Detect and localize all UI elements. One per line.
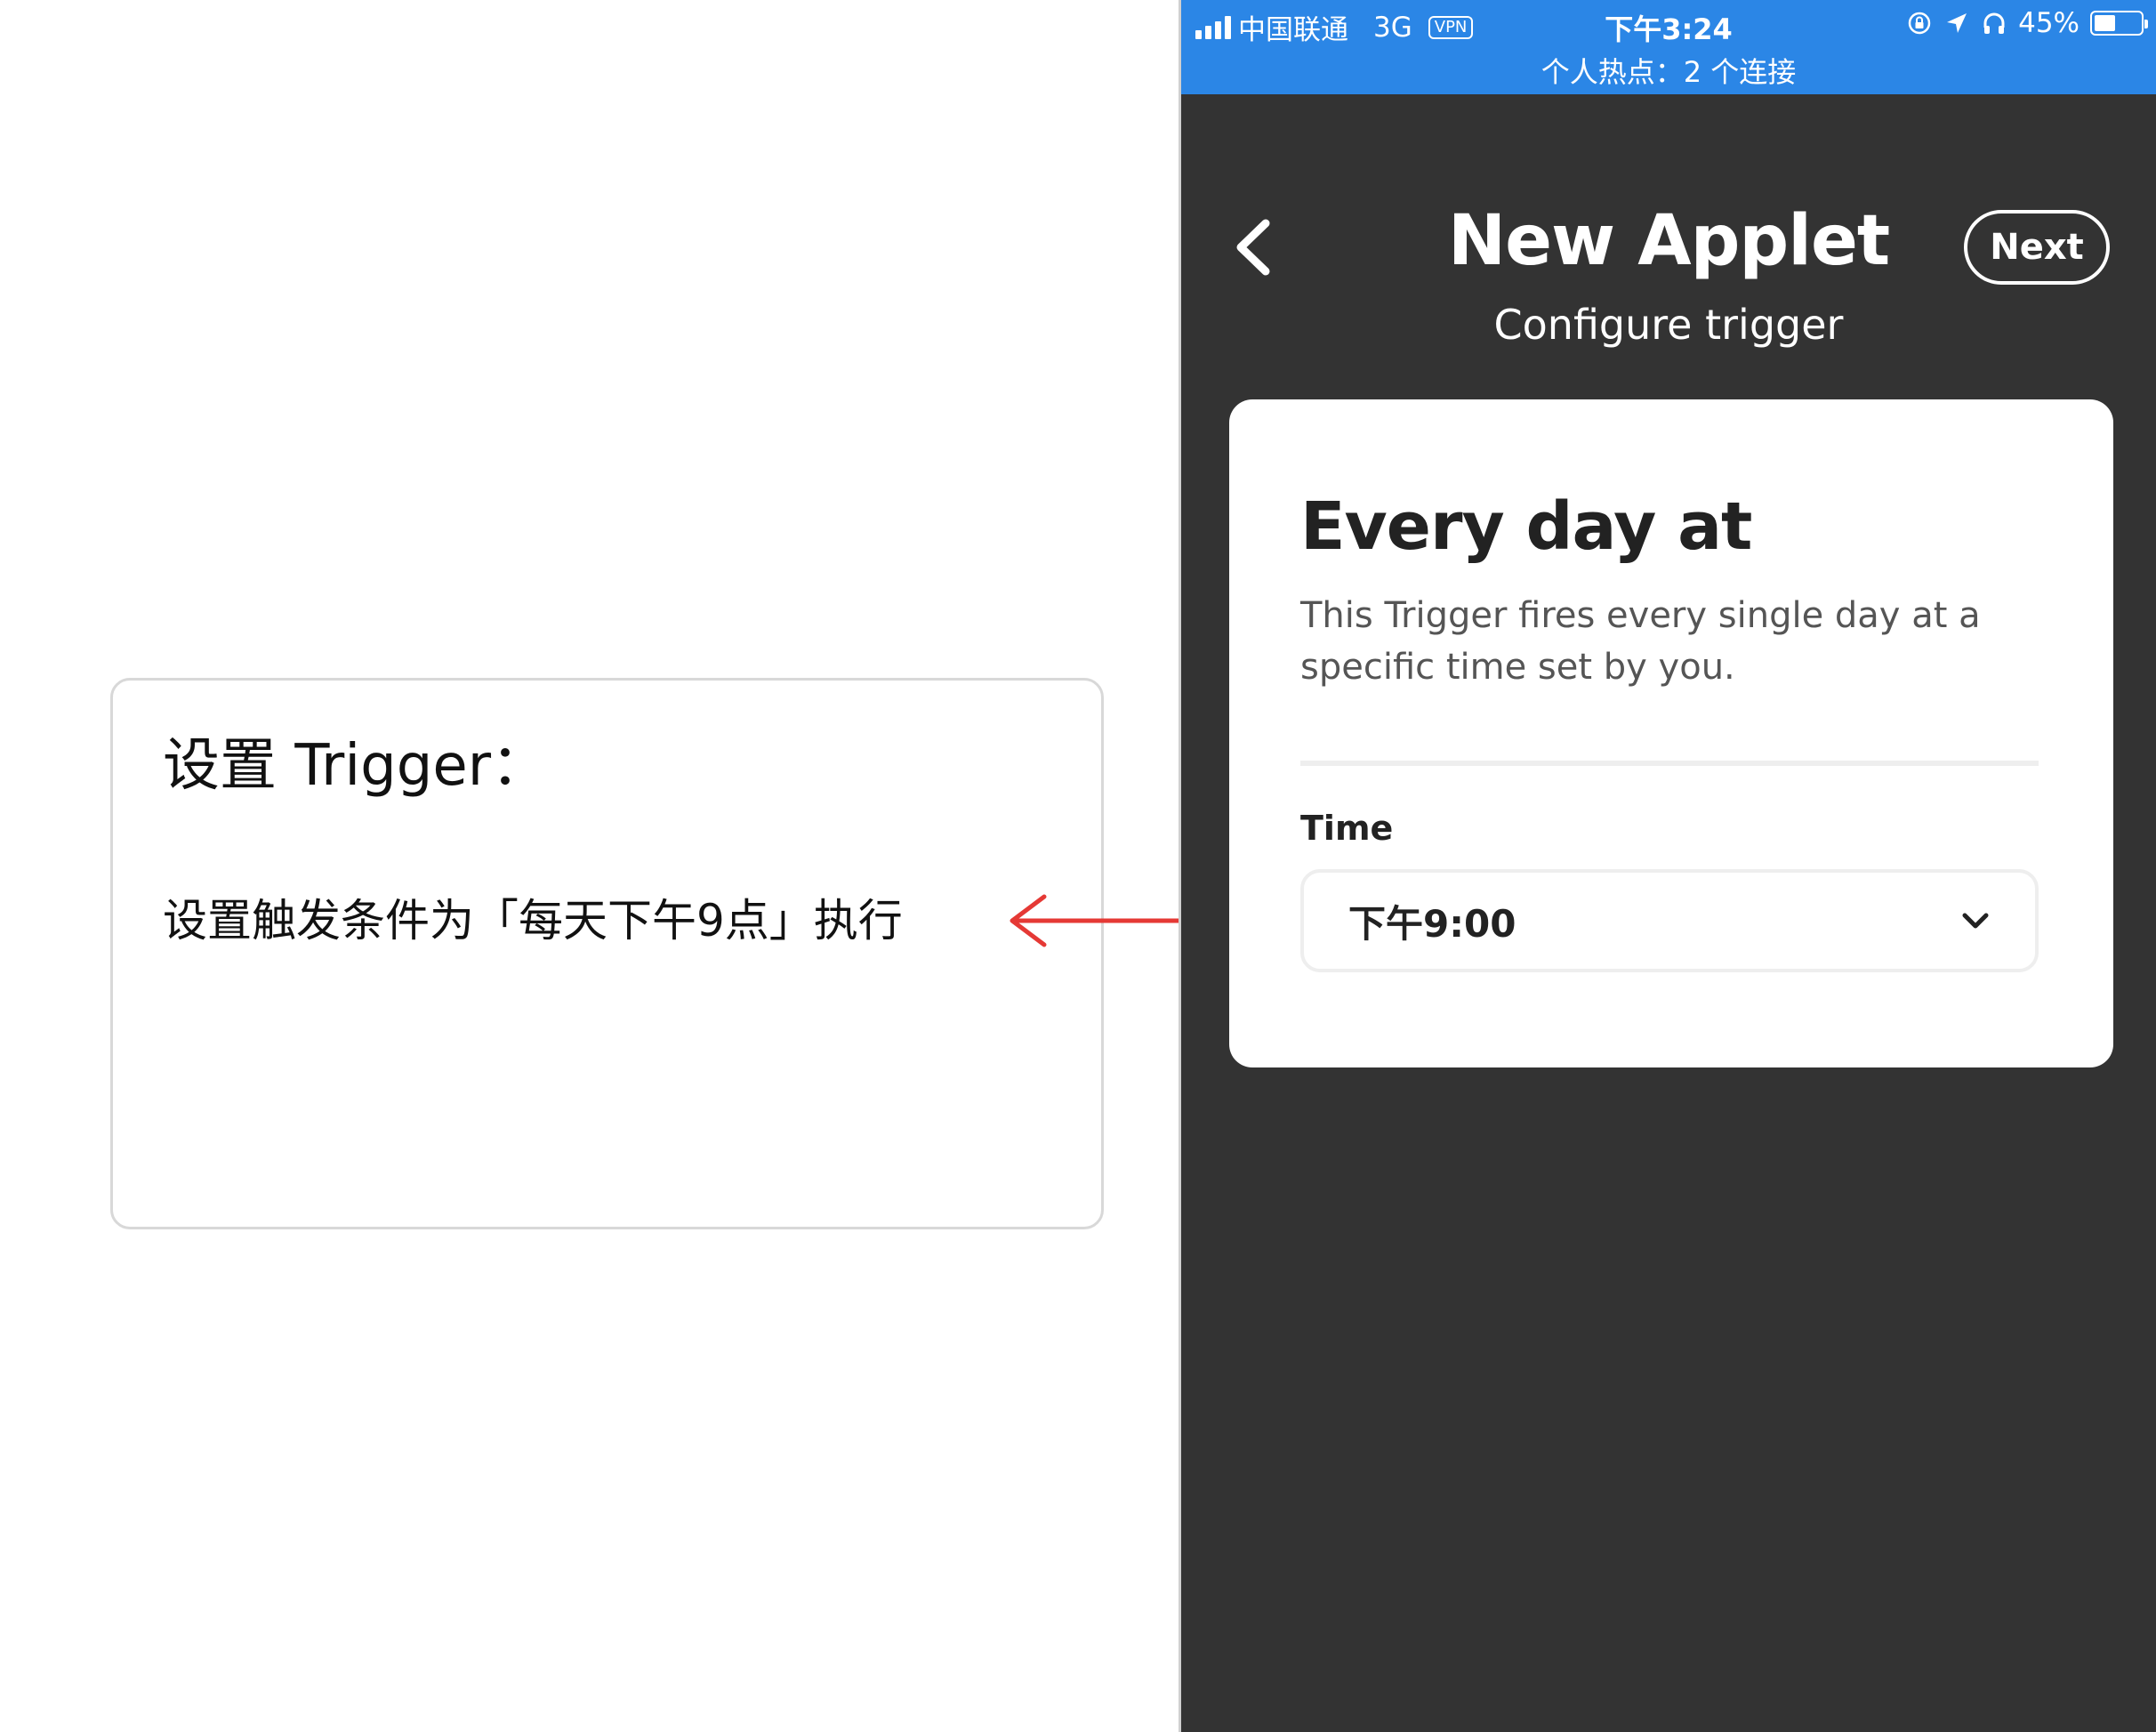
divider xyxy=(1300,761,2039,766)
trigger-description: This Trigger fires every single day at a… xyxy=(1300,595,1981,688)
time-select[interactable]: 下午9:00 xyxy=(1300,869,2039,972)
time-field-label: Time xyxy=(1300,809,1394,848)
location-arrow-icon xyxy=(1947,13,1967,33)
annotation-box: 设置 Trigger： 设置触发条件为「每天下午9点」执行 xyxy=(110,678,1104,1229)
status-right: 45% xyxy=(1906,7,2148,39)
hotspot-status: 个人热点：2 个连接 xyxy=(1541,55,1797,89)
chevron-down-icon xyxy=(1960,906,1991,936)
annotation-title: 设置 Trigger： xyxy=(163,733,549,799)
battery-percent: 45% xyxy=(2018,7,2080,39)
carrier-name: 中国联通 xyxy=(1238,14,1348,46)
annotation-body: 设置触发条件为「每天下午9点」执行 xyxy=(163,895,903,947)
page-subtitle: Configure trigger xyxy=(1493,301,1844,349)
battery-fill xyxy=(2095,15,2115,31)
headphones-icon xyxy=(1983,12,2005,34)
status-left: 中国联通 3G VPN xyxy=(1195,7,1474,47)
rotation-lock-icon xyxy=(1908,12,1931,35)
next-button[interactable]: Next xyxy=(1964,210,2110,285)
vpn-badge: VPN xyxy=(1428,15,1474,39)
phone-screen: 中国联通 3G VPN 下午3:24 45% 个人热点：2 个连接 New Ap… xyxy=(1179,0,2156,1732)
battery-icon xyxy=(2090,11,2148,36)
status-bar: 中国联通 3G VPN 下午3:24 45% 个人热点：2 个连接 xyxy=(1181,0,2156,94)
trigger-title: Every day at xyxy=(1300,488,1752,565)
signal-bars-icon xyxy=(1195,15,1231,39)
network-type: 3G xyxy=(1373,11,1412,44)
trigger-card: Every day at This Trigger fires every si… xyxy=(1229,399,2113,1067)
time-select-value: 下午9:00 xyxy=(1348,901,1516,946)
